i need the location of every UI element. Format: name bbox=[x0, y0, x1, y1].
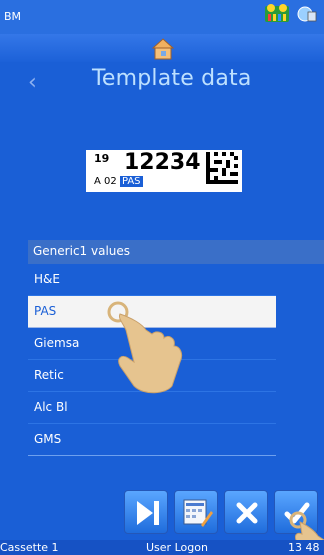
footer-time: 13 48 bbox=[288, 541, 320, 554]
list-item[interactable]: Alc Bl bbox=[28, 392, 276, 424]
status-title: BM bbox=[4, 10, 22, 23]
label-row2: A 02 PAS bbox=[94, 176, 143, 187]
footer-cassette: Cassette 1 bbox=[0, 541, 59, 554]
printer-status-icon bbox=[265, 4, 289, 22]
label-preview: 19 12234 A 02 PAS bbox=[86, 150, 242, 192]
page-title: Template data bbox=[92, 66, 252, 91]
label-small-number: 19 bbox=[94, 152, 110, 165]
footer-status: Cassette 1 User Logon 13 48 bbox=[0, 540, 324, 555]
next-button[interactable] bbox=[124, 490, 168, 534]
list-item[interactable]: H&E bbox=[28, 264, 276, 296]
close-icon bbox=[236, 502, 258, 524]
label-big-number: 12234 bbox=[124, 150, 201, 175]
edit-template-button[interactable] bbox=[174, 490, 218, 534]
chevron-left-icon[interactable]: ‹ bbox=[28, 70, 37, 95]
label-row-highlight: PAS bbox=[119, 176, 143, 187]
touch-hand-icon bbox=[107, 301, 183, 394]
network-status-icon bbox=[297, 6, 317, 22]
cancel-button[interactable] bbox=[224, 490, 268, 534]
list-header: Generic1 values bbox=[28, 240, 324, 264]
home-icon[interactable] bbox=[152, 38, 174, 60]
footer-user[interactable]: User Logon bbox=[146, 541, 208, 554]
edit-template-icon bbox=[183, 499, 213, 527]
label-row-left: A 02 bbox=[94, 176, 117, 187]
list-divider bbox=[28, 455, 276, 456]
status-bar: BM bbox=[0, 0, 324, 34]
skip-next-icon bbox=[137, 501, 159, 525]
datamatrix-code bbox=[206, 152, 238, 184]
list-item[interactable]: GMS bbox=[28, 424, 276, 456]
